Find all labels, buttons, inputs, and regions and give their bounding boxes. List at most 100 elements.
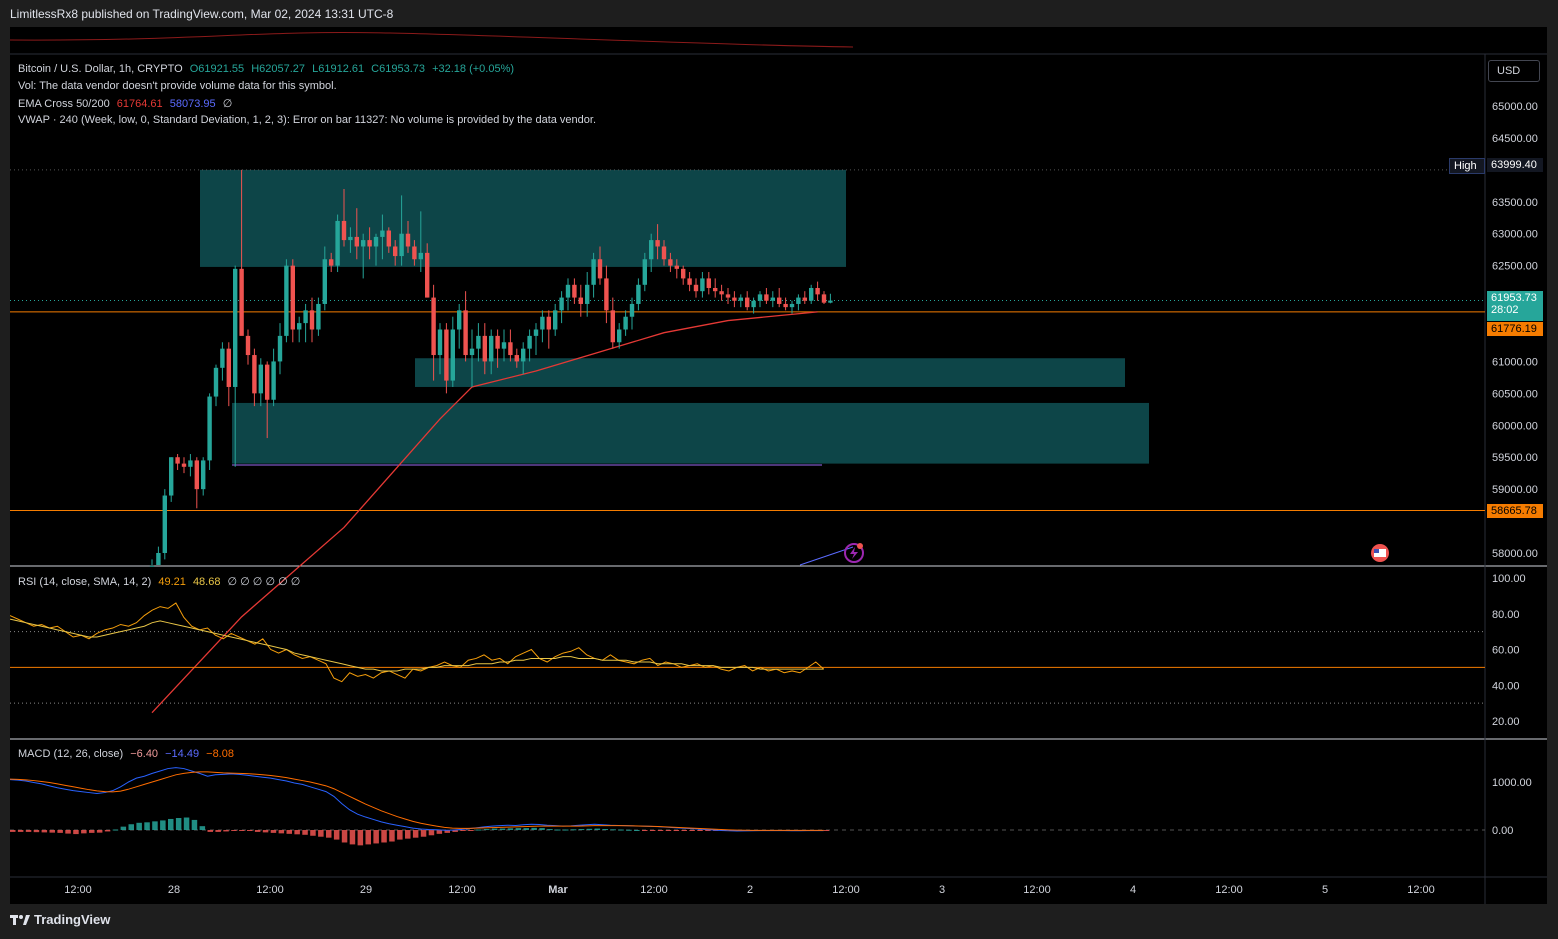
candle-body xyxy=(393,246,398,257)
ema-legend[interactable]: EMA Cross 50/200 61764.61 58073.95 ∅ xyxy=(18,97,236,110)
top-strip-line xyxy=(9,31,854,48)
candle-body xyxy=(553,310,558,330)
macd-name: MACD (12, 26, close) xyxy=(18,748,124,760)
macd-histogram-bar xyxy=(231,830,237,831)
macd-histogram-bar xyxy=(33,830,40,833)
macd-histogram-bar xyxy=(270,830,277,833)
candle-body xyxy=(271,361,276,400)
candle-body xyxy=(681,268,686,279)
candle-body xyxy=(796,297,801,304)
candle-body xyxy=(828,300,833,303)
ema50-price-tag: 61776.19 xyxy=(1487,322,1543,336)
chart-svg[interactable]: 65000.00 64500.00 63500.00 63000.00 62500.00… xyxy=(9,27,1547,904)
macd-histogram-bar xyxy=(428,830,435,836)
tradingview-logo[interactable]: TradingView xyxy=(10,912,110,927)
candle-body xyxy=(783,303,788,308)
candle-body xyxy=(700,278,705,292)
candle-body xyxy=(194,460,199,490)
publisher-line: LimitlessRx8 published on TradingView.co… xyxy=(10,7,394,21)
candle-body xyxy=(738,297,743,301)
macd-histogram-bar xyxy=(104,830,111,832)
candle-body xyxy=(764,294,769,301)
macd-histogram-bar xyxy=(144,822,150,830)
macd-histogram-bar xyxy=(563,829,569,831)
candle-body xyxy=(636,284,641,304)
macd-legend[interactable]: MACD (12, 26, close) −6.40 −14.49 −8.08 xyxy=(18,748,238,760)
macd-histogram-bar xyxy=(25,830,32,832)
candle-body xyxy=(457,310,462,330)
candle-body xyxy=(188,460,193,467)
volume-legend[interactable]: Vol: The data vendor doesn't provide vol… xyxy=(18,80,337,92)
demand-supply-zone xyxy=(415,358,1125,387)
rsi-line xyxy=(9,602,825,683)
macd-histogram-bar xyxy=(168,818,174,830)
macd-histogram-bar xyxy=(649,830,656,831)
candle-body xyxy=(258,364,263,394)
candle-body xyxy=(386,230,391,247)
candle-body xyxy=(239,268,244,336)
candle-body xyxy=(514,355,519,362)
price-tick-label: 65000.00 xyxy=(1492,101,1538,113)
rsi-ma-line xyxy=(9,618,824,672)
currency-button[interactable]: USD xyxy=(1488,60,1540,82)
candle-body xyxy=(181,463,187,467)
macd-histogram-bar xyxy=(539,828,545,830)
symbol-name[interactable]: Bitcoin / U.S. Dollar, 1h, CRYPTO xyxy=(18,63,183,75)
candle-body xyxy=(559,297,564,311)
candle-body xyxy=(245,335,251,356)
candle-body xyxy=(501,342,507,349)
macd-histogram-bar xyxy=(436,830,443,834)
candle-body xyxy=(815,287,820,295)
candle-body xyxy=(725,294,731,298)
macd-histogram-bar xyxy=(341,830,348,843)
candle-body xyxy=(732,297,737,301)
rsi-legend[interactable]: RSI (14, close, SMA, 14, 2) 49.21 48.68 … xyxy=(18,575,304,588)
macd-histogram-bar xyxy=(223,830,229,832)
macd-histogram-bar xyxy=(823,830,830,831)
macd-histogram-bar xyxy=(642,830,648,831)
macd-histogram-bar xyxy=(278,830,285,834)
macd-histogram-bar xyxy=(365,830,371,845)
rsi-value: 49.21 xyxy=(158,576,186,588)
candle-body xyxy=(821,294,827,303)
price-tick-label: 60000.00 xyxy=(1492,420,1538,432)
macd-histogram-bar xyxy=(89,830,95,833)
macd-histogram-bar xyxy=(49,830,55,833)
macd-histogram-bar xyxy=(412,830,419,838)
bar-countdown: 28:02 xyxy=(1491,304,1519,316)
demand-supply-zone xyxy=(200,169,846,267)
macd-histogram-bar xyxy=(326,830,332,838)
brand-name: TradingView xyxy=(34,912,111,927)
event-dot xyxy=(857,543,863,549)
macd-histogram-bar xyxy=(10,830,16,832)
macd-histogram-bar xyxy=(302,830,308,835)
macd-histogram-bar xyxy=(484,829,490,831)
candle-body xyxy=(213,367,219,397)
ohlc-low: L61912.61 xyxy=(312,63,365,75)
chart-area[interactable]: 65000.00 64500.00 63500.00 63000.00 62500.00… xyxy=(9,27,1547,904)
candle-body xyxy=(521,348,526,362)
macd-histogram-bar xyxy=(507,828,514,830)
vwap-legend[interactable]: VWAP · 240 (Week, low, 0, Standard Devia… xyxy=(18,114,596,126)
price-tick-label: 61000.00 xyxy=(1492,356,1538,368)
last-price-tag: 61953.73 28:02 xyxy=(1487,291,1543,321)
time-tick-label: 5 xyxy=(1322,884,1328,896)
last-price: 61953.73 xyxy=(1491,292,1537,304)
candle-body xyxy=(380,230,385,237)
price-tick-label: 64500.00 xyxy=(1492,133,1538,145)
macd-histogram-bar xyxy=(460,830,466,831)
rsi-tick-label: 20.00 xyxy=(1492,716,1520,728)
candle-body xyxy=(405,233,411,247)
macd-histogram-bar xyxy=(697,830,703,831)
candle-body xyxy=(226,348,231,387)
candle-body xyxy=(610,310,615,343)
macd-histogram-bar xyxy=(294,830,300,835)
candle-body xyxy=(693,284,699,292)
candle-body xyxy=(578,297,583,304)
main-legend: Bitcoin / U.S. Dollar, 1h, CRYPTO O61921… xyxy=(18,63,518,75)
macd-histogram-bar xyxy=(531,827,537,830)
time-tick-label: 28 xyxy=(168,884,180,896)
candle-body xyxy=(329,259,334,266)
macd-histogram-bar xyxy=(73,830,79,835)
macd-histogram-bar xyxy=(634,830,640,831)
